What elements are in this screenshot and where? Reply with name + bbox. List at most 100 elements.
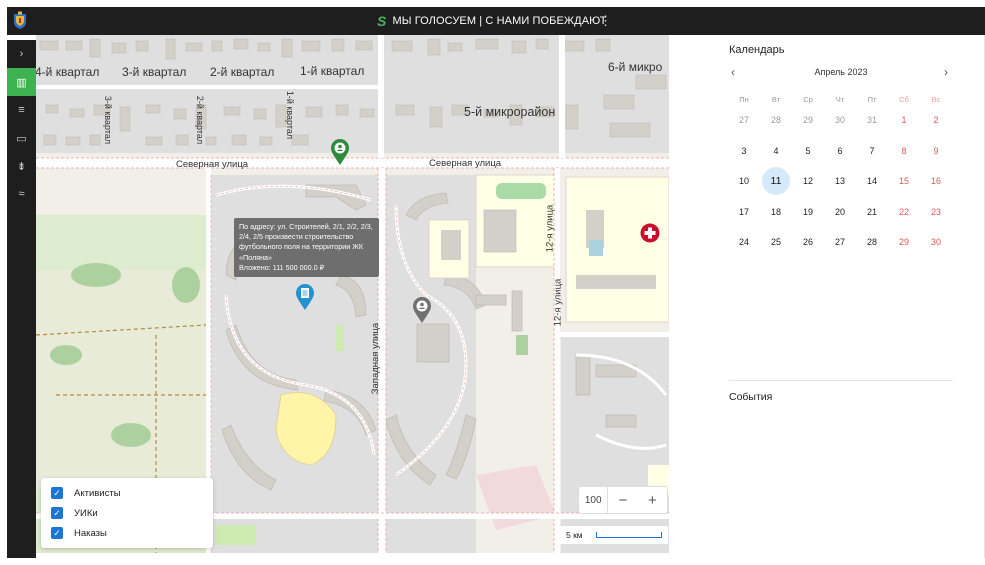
- calendar-day[interactable]: 10: [728, 176, 760, 186]
- top-bar: S МЫ ГОЛОСУЕМ | С НАМИ ПОБЕЖДАЮТ ⋮: [7, 7, 985, 35]
- map-label-zapadnaya: Западная улица: [370, 322, 382, 395]
- calendar-day[interactable]: 29: [792, 115, 824, 125]
- weekday-label: Пт: [867, 94, 877, 104]
- calendar-week: 17 18 19 20 21 22 23: [728, 197, 952, 228]
- map-label-v2kv: 2-й квартал: [195, 95, 206, 145]
- rail-card-button[interactable]: ▭: [7, 124, 36, 152]
- calendar-day[interactable]: 27: [824, 237, 856, 247]
- calendar-day[interactable]: 4: [760, 146, 792, 156]
- weekday-label: Чт: [835, 94, 845, 104]
- zoom-in-button[interactable]: +: [638, 492, 667, 509]
- calendar-day[interactable]: 12: [792, 176, 824, 186]
- calendar-title: Календарь: [729, 44, 785, 56]
- checkbox-checked-icon[interactable]: ✓: [51, 527, 63, 539]
- layer-uik[interactable]: ✓ УИКи: [51, 503, 203, 523]
- calendar-day[interactable]: 18: [760, 207, 792, 217]
- activist-marker-icon[interactable]: [330, 138, 350, 166]
- next-month-button[interactable]: ›: [944, 65, 948, 79]
- calendar-day[interactable]: 15: [888, 176, 920, 186]
- rail-route-button[interactable]: ≈: [7, 180, 36, 208]
- map-scale: 5 км: [560, 526, 668, 544]
- calendar-week: 10 11 12 13 14 15 16: [728, 166, 952, 197]
- app-brand[interactable]: S МЫ ГОЛОСУЕМ | С НАМИ ПОБЕЖДАЮТ: [377, 7, 607, 35]
- card-icon: ▭: [16, 132, 27, 145]
- calendar-week: 24 25 26 27 28 29 30: [728, 227, 952, 258]
- calendar-day[interactable]: 29: [888, 237, 920, 247]
- layer-label: Активисты: [74, 487, 121, 499]
- calendar-day[interactable]: 5: [792, 146, 824, 156]
- tooltip-text: По адресу: ул. Строителей, 2/1, 2/2, 2/3…: [239, 222, 373, 262]
- order-tooltip: По адресу: ул. Строителей, 2/1, 2/2, 2/3…: [234, 218, 379, 278]
- map-label-12-street: 12-я улица: [544, 204, 556, 253]
- layer-orders[interactable]: ✓ Наказы: [51, 523, 203, 543]
- checkbox-checked-icon[interactable]: ✓: [51, 507, 63, 519]
- prev-month-button[interactable]: ‹: [731, 65, 735, 79]
- chevron-right-icon: ›: [19, 48, 24, 60]
- app-title: МЫ ГОЛОСУЕМ | С НАМИ ПОБЕЖДАЮТ: [392, 15, 607, 27]
- events-title: События: [729, 391, 773, 403]
- calendar-day[interactable]: 7: [856, 146, 888, 156]
- calendar-day[interactable]: 14: [856, 176, 888, 186]
- calendar-day[interactable]: 31: [856, 115, 888, 125]
- calendar-day[interactable]: 28: [856, 237, 888, 247]
- rail-list-button[interactable]: ≡: [7, 96, 36, 124]
- list-icon: ≡: [18, 104, 25, 116]
- panel-divider: [729, 380, 953, 381]
- calendar-day[interactable]: 1: [888, 115, 920, 125]
- coat-of-arms-icon[interactable]: [13, 11, 27, 30]
- calendar-day[interactable]: 23: [920, 207, 952, 217]
- kebab-menu-icon[interactable]: ⋮: [599, 13, 612, 29]
- calendar-day[interactable]: 30: [824, 115, 856, 125]
- calendar-day[interactable]: 16: [920, 176, 952, 186]
- map-label-mkr6: 6-й микро: [608, 60, 663, 74]
- layer-panel: ✓ Активисты ✓ УИКи ✓ Наказы: [41, 478, 213, 548]
- uik-marker-icon[interactable]: [412, 296, 432, 324]
- hospital-icon: [640, 223, 660, 243]
- app-root: S МЫ ГОЛОСУЕМ | С НАМИ ПОБЕЖДАЮТ ⋮ › ▥ ≡…: [0, 0, 985, 565]
- rail-map-button[interactable]: ▥: [7, 68, 36, 96]
- map-label-kv1: 1-й квартал: [300, 64, 365, 78]
- calendar-day[interactable]: 17: [728, 207, 760, 217]
- calendar-day[interactable]: 22: [888, 207, 920, 217]
- rail-filter-button[interactable]: ⇟: [7, 152, 36, 180]
- checkbox-checked-icon[interactable]: ✓: [51, 487, 63, 499]
- map-label-v1kv: 1-й квартал: [285, 90, 296, 140]
- calendar-day[interactable]: 3: [728, 146, 760, 156]
- order-marker-icon[interactable]: [295, 283, 315, 311]
- calendar-day[interactable]: 21: [856, 207, 888, 217]
- weekday-header: Пн Вт Ср Чт Пт Сб Вс: [728, 93, 952, 105]
- calendar-day-today[interactable]: 11: [760, 167, 792, 196]
- calendar-month: Апрель 2023: [814, 67, 868, 77]
- calendar-day[interactable]: 2: [920, 115, 952, 125]
- calendar-week: 3456789: [728, 136, 952, 167]
- layer-label: Наказы: [74, 527, 107, 539]
- map-label-12-street-2: 12-я улица: [552, 278, 564, 327]
- calendar-day[interactable]: 13: [824, 176, 856, 186]
- calendar-day[interactable]: 19: [792, 207, 824, 217]
- map-label-severnaya-2: Северная улица: [429, 158, 502, 169]
- map-canvas[interactable]: 4-й квартал 3-й квартал 2-й квартал 1-й …: [36, 35, 669, 553]
- side-panel: Календарь ‹ Апрель 2023 › Пн Вт Ср Чт Пт Сб Вс…: [669, 35, 985, 558]
- zoom-out-button[interactable]: −: [608, 492, 637, 509]
- calendar-week: 27 28 29 30 31 1 2: [728, 105, 952, 136]
- calendar-day[interactable]: 26: [792, 237, 824, 247]
- calendar-day[interactable]: 27: [728, 115, 760, 125]
- zoom-control: 100 − +: [578, 486, 668, 514]
- weekday-label: Пн: [739, 94, 749, 104]
- rail-expand-button[interactable]: ›: [7, 40, 36, 68]
- layer-activists[interactable]: ✓ Активисты: [51, 483, 203, 503]
- zoom-level: 100: [579, 487, 609, 513]
- calendar-day[interactable]: 30: [920, 237, 952, 247]
- calendar-day[interactable]: 6: [824, 146, 856, 156]
- calendar-day[interactable]: 9: [920, 146, 952, 156]
- weekday-label: Ср: [803, 94, 813, 104]
- calendar-day[interactable]: 28: [760, 115, 792, 125]
- map-base: [36, 35, 669, 553]
- calendar-day[interactable]: 24: [728, 237, 760, 247]
- calendar-day[interactable]: 25: [760, 237, 792, 247]
- calendar-day[interactable]: 8: [888, 146, 920, 156]
- weekday-label: Вт: [771, 94, 781, 104]
- map-icon: ▥: [16, 76, 27, 89]
- map-label-severnaya-1: Северная улица: [176, 159, 249, 170]
- calendar-day[interactable]: 20: [824, 207, 856, 217]
